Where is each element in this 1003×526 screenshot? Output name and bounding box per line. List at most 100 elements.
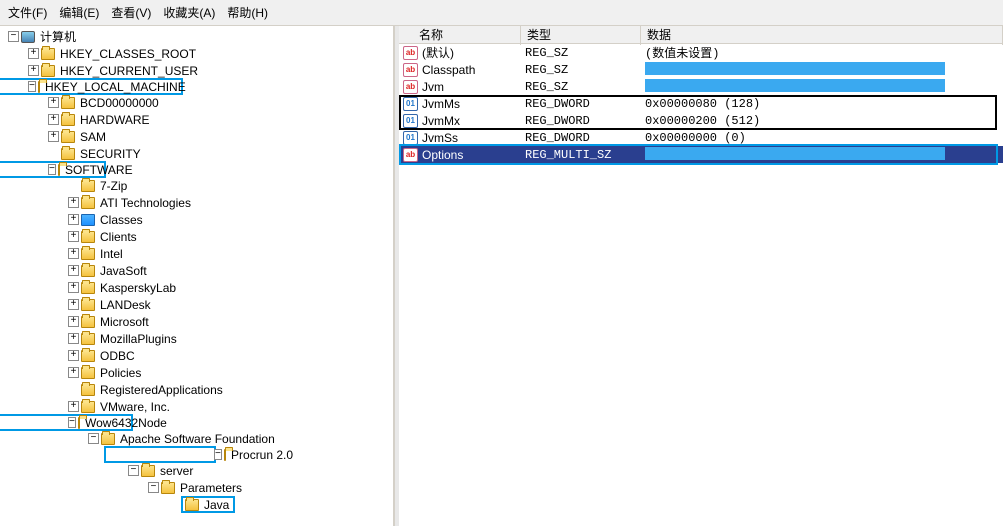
value-data [641, 78, 1003, 95]
tree-parameters[interactable]: − Parameters [0, 479, 393, 496]
value-type: REG_SZ [521, 45, 641, 61]
folder-icon [38, 81, 40, 93]
tree-label: Procrun 2.0 [229, 447, 295, 463]
expand-icon[interactable]: + [28, 48, 39, 59]
tree-label: ATI Technologies [98, 195, 193, 211]
expand-icon[interactable]: + [68, 333, 79, 344]
tree-security[interactable]: SECURITY [0, 145, 393, 162]
registry-values[interactable]: 名称 类型 数据 ab(默认)REG_SZ(数值未设置)abClasspathR… [399, 26, 1003, 526]
expand-icon[interactable]: + [48, 97, 59, 108]
tree-label: SOFTWARE [63, 162, 135, 178]
tree-item[interactable]: + ATI Technologies [0, 194, 393, 211]
tree-label: ODBC [98, 348, 137, 364]
value-name: abJvm [399, 79, 521, 95]
menu-edit[interactable]: 编辑(E) [59, 4, 99, 21]
tree-java[interactable]: Java [0, 496, 393, 513]
tree-wow64[interactable]: − Wow6432Node [0, 414, 133, 431]
spacer [48, 148, 59, 159]
col-type[interactable]: 类型 [521, 26, 641, 45]
tree-label: JavaSoft [98, 263, 149, 279]
tree-procrun[interactable]: − Procrun 2.0 [104, 446, 216, 463]
expand-icon[interactable]: + [68, 316, 79, 327]
tree-label: BCD00000000 [78, 95, 161, 111]
tree-item[interactable]: 7-Zip [0, 177, 393, 194]
tree-sam[interactable]: + SAM [0, 128, 393, 145]
tree-item[interactable]: +MozillaPlugins [0, 330, 393, 347]
tree-software[interactable]: − SOFTWARE [0, 161, 106, 178]
value-data: 0x00000200 (512) [641, 113, 1003, 129]
value-row[interactable]: abClasspathREG_SZ [399, 61, 1003, 78]
expand-icon[interactable]: + [68, 299, 79, 310]
expand-icon[interactable]: + [68, 197, 79, 208]
folder-icon [81, 367, 95, 379]
expand-icon[interactable]: + [48, 114, 59, 125]
tree-label: HARDWARE [78, 112, 152, 128]
expand-icon[interactable]: + [48, 131, 59, 142]
registry-tree[interactable]: − 计算机 + HKEY_CLASSES_ROOT + HKEY_CURRENT… [0, 26, 395, 526]
expand-icon[interactable]: + [68, 214, 79, 225]
expand-icon[interactable]: + [68, 401, 79, 412]
collapse-icon[interactable]: − [128, 465, 139, 476]
expand-icon[interactable]: + [68, 248, 79, 259]
collapse-icon[interactable]: − [8, 31, 19, 42]
value-row[interactable]: abOptionsREG_MULTI_SZ [399, 146, 1003, 163]
expand-icon[interactable]: + [68, 282, 79, 293]
tree-apache[interactable]: − Apache Software Foundation [0, 430, 393, 447]
value-row[interactable]: 01JvmMsREG_DWORD0x00000080 (128) [399, 95, 1003, 112]
folder-icon [78, 417, 80, 429]
menu-view[interactable]: 查看(V) [111, 4, 151, 21]
menu-favorites[interactable]: 收藏夹(A) [163, 4, 215, 21]
tree-item[interactable]: +Microsoft [0, 313, 393, 330]
tree-hkcr[interactable]: + HKEY_CLASSES_ROOT [0, 45, 393, 62]
expand-icon[interactable]: + [68, 350, 79, 361]
tree-item[interactable]: +VMware, Inc. [0, 398, 393, 415]
tree-label: Intel [98, 246, 125, 262]
expand-icon[interactable]: + [68, 231, 79, 242]
menu-file[interactable]: 文件(F) [8, 4, 47, 21]
collapse-icon[interactable]: − [28, 81, 36, 92]
value-data: 0x00000080 (128) [641, 96, 1003, 112]
expand-icon[interactable]: + [68, 265, 79, 276]
tree-item[interactable]: RegisteredApplications [0, 381, 393, 398]
collapse-icon[interactable]: − [48, 164, 56, 175]
string-icon: ab [403, 148, 418, 162]
collapse-icon[interactable]: − [148, 482, 159, 493]
value-row[interactable]: ab(默认)REG_SZ(数值未设置) [399, 44, 1003, 61]
tree-label: HKEY_CURRENT_USER [58, 63, 200, 79]
tree-hardware[interactable]: + HARDWARE [0, 111, 393, 128]
tree-label: SAM [78, 129, 108, 145]
value-row[interactable]: abJvmREG_SZ [399, 78, 1003, 95]
tree-item[interactable]: +Policies [0, 364, 393, 381]
value-type: REG_MULTI_SZ [521, 147, 641, 163]
tree-hklm[interactable]: − HKEY_LOCAL_MACHINE [0, 78, 183, 95]
tree-item[interactable]: +Clients [0, 228, 393, 245]
folder-icon [81, 316, 95, 328]
tree-item[interactable]: + JavaSoft [0, 262, 393, 279]
tree-root[interactable]: − 计算机 [0, 28, 393, 45]
value-row[interactable]: 01JvmSsREG_DWORD0x00000000 (0) [399, 129, 1003, 146]
collapse-icon[interactable]: − [68, 417, 76, 428]
expand-icon[interactable]: + [28, 65, 39, 76]
tree-item[interactable]: + ODBC [0, 347, 393, 364]
value-row[interactable]: 01JvmMxREG_DWORD0x00000200 (512) [399, 112, 1003, 129]
tree-item[interactable]: +Classes [0, 211, 393, 228]
column-headers: 名称 类型 数据 [399, 26, 1003, 44]
folder-icon [185, 499, 199, 511]
expand-icon[interactable]: + [68, 367, 79, 378]
tree-item[interactable]: +LANDesk [0, 296, 393, 313]
value-name: abOptions [399, 147, 521, 163]
collapse-icon[interactable]: − [88, 433, 99, 444]
folder-icon [81, 248, 95, 260]
menu-help[interactable]: 帮助(H) [227, 4, 268, 21]
tree-label: KasperskyLab [98, 280, 178, 296]
tree-bcd[interactable]: + BCD00000000 [0, 94, 393, 111]
tree-server[interactable]: − server [0, 462, 393, 479]
tree-item[interactable]: + KasperskyLab [0, 279, 393, 296]
tree-item[interactable]: + Intel [0, 245, 393, 262]
tree-hkcu[interactable]: + HKEY_CURRENT_USER [0, 62, 393, 79]
folder-icon [41, 48, 55, 60]
folder-icon [81, 231, 95, 243]
value-type: REG_DWORD [521, 113, 641, 129]
value-type: REG_DWORD [521, 130, 641, 146]
collapse-icon[interactable]: − [214, 449, 222, 460]
